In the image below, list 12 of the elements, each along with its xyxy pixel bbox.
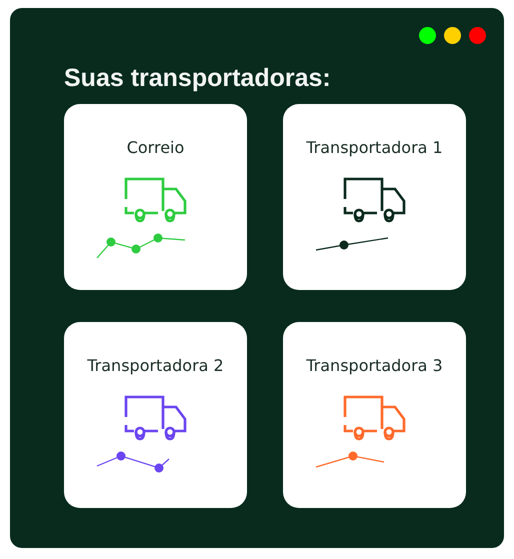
- carrier-name: Transportadora 1: [306, 138, 443, 157]
- carrier-name: Transportadora 2: [87, 356, 224, 375]
- page-title: Suas transportadoras:: [64, 63, 331, 94]
- window-control-dot[interactable]: [419, 27, 436, 44]
- carrier-name: Correio: [126, 138, 184, 157]
- window-control-dot[interactable]: [444, 27, 461, 44]
- carrier-name: Transportadora 3: [306, 356, 443, 375]
- carrier-card[interactable]: Transportadora 2: [64, 322, 247, 508]
- carrier-card[interactable]: Transportadora 1: [283, 104, 466, 290]
- carrier-card[interactable]: Transportadora 3: [283, 322, 466, 508]
- window-control-dot[interactable]: [469, 27, 486, 44]
- carrier-card[interactable]: Correio: [64, 104, 247, 290]
